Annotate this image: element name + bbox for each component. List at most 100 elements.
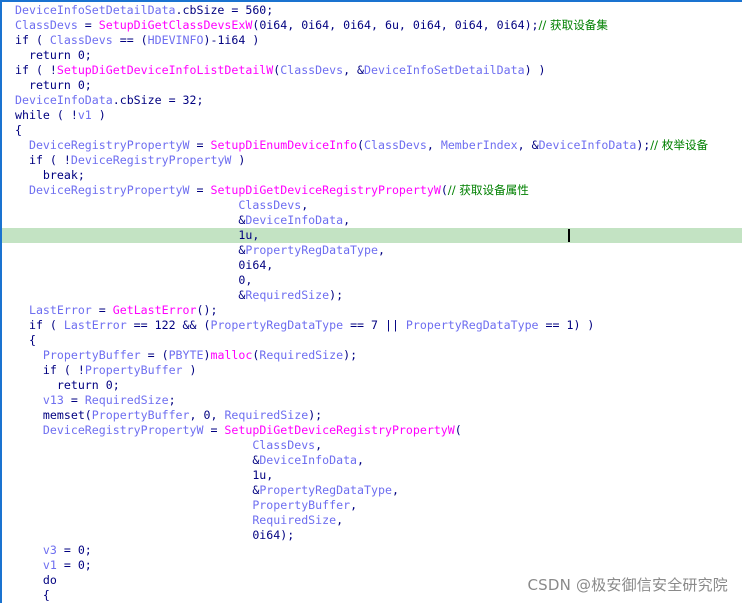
code-line[interactable]: RequiredSize, xyxy=(2,513,742,528)
identifier[interactable]: PropertyBuffer xyxy=(85,363,183,377)
code-line[interactable]: break; xyxy=(2,168,742,183)
identifier[interactable]: v1 xyxy=(43,558,57,572)
code-line[interactable]: ClassDevs, xyxy=(2,198,742,213)
code-line[interactable]: { xyxy=(2,123,742,138)
code-line[interactable]: memset(PropertyBuffer, 0, RequiredSize); xyxy=(2,408,742,423)
decompiler-pseudocode-view[interactable]: DeviceInfoSetDetailData.cbSize = 560; Cla… xyxy=(0,0,742,603)
function-name[interactable]: malloc xyxy=(210,348,252,362)
identifier[interactable]: RequiredSize xyxy=(224,408,308,422)
code-line[interactable]: ClassDevs, xyxy=(2,438,742,453)
code-line[interactable]: &PropertyRegDataType, xyxy=(2,243,742,258)
code-line[interactable]: 0i64); xyxy=(2,528,742,543)
identifier[interactable]: RequiredSize xyxy=(85,393,169,407)
code-line[interactable]: &RequiredSize); xyxy=(2,288,742,303)
code-line[interactable]: DeviceRegistryPropertyW = SetupDiGetDevi… xyxy=(2,183,742,198)
identifier[interactable]: ClassDevs xyxy=(364,138,427,152)
code-line[interactable]: DeviceRegistryPropertyW = SetupDiEnumDev… xyxy=(2,138,742,153)
identifier[interactable]: PropertyBuffer xyxy=(252,498,350,512)
identifier[interactable]: LastError xyxy=(29,303,92,317)
code-line[interactable]: { xyxy=(2,333,742,348)
identifier[interactable]: PropertyRegDataType xyxy=(259,483,392,497)
code-line[interactable]: &DeviceInfoData, xyxy=(2,213,742,228)
code-line[interactable]: 0i64, xyxy=(2,258,742,273)
identifier[interactable]: DeviceInfoData xyxy=(15,93,113,107)
code-line[interactable]: v13 = RequiredSize; xyxy=(2,393,742,408)
code-text: ( xyxy=(454,423,462,437)
code-line[interactable]: if ( ClassDevs == (HDEVINFO)-1i64 ) xyxy=(2,33,742,48)
identifier[interactable]: DeviceInfoData xyxy=(245,213,343,227)
code-text: (); xyxy=(196,303,218,317)
identifier[interactable]: v13 xyxy=(43,393,64,407)
identifier[interactable]: MemberIndex xyxy=(441,138,518,152)
code-text: ); xyxy=(636,138,651,152)
code-listing[interactable]: DeviceInfoSetDetailData.cbSize = 560; Cla… xyxy=(2,3,742,603)
identifier[interactable]: v3 xyxy=(43,543,57,557)
identifier[interactable]: PBYTE xyxy=(169,348,204,362)
code-line[interactable]: DeviceInfoData.cbSize = 32; xyxy=(2,93,742,108)
identifier[interactable]: ClassDevs xyxy=(252,438,315,452)
code-line[interactable]: DeviceInfoSetDetailData.cbSize = 560; xyxy=(2,3,742,18)
code-line[interactable]: if ( !PropertyBuffer ) xyxy=(2,363,742,378)
code-text: == ( xyxy=(112,33,148,47)
code-line[interactable]: ClassDevs = SetupDiGetClassDevsExW(0i64,… xyxy=(2,18,742,33)
identifier[interactable]: PropertyBuffer xyxy=(92,408,190,422)
function-name[interactable]: SetupDiGetDeviceRegistryPropertyW xyxy=(210,183,440,197)
identifier[interactable]: DeviceRegistryPropertyW xyxy=(29,183,190,197)
identifier[interactable]: DeviceInfoSetDetailData xyxy=(15,3,176,17)
code-line[interactable]: v3 = 0; xyxy=(2,543,742,558)
identifier[interactable]: DeviceRegistryPropertyW xyxy=(71,153,232,167)
function-name[interactable]: GetLastError xyxy=(113,303,197,317)
identifier[interactable]: v1 xyxy=(78,108,92,122)
identifier[interactable]: ClassDevs xyxy=(50,33,113,47)
code-line[interactable]: if ( LastError == 122 && (PropertyRegDat… xyxy=(2,318,742,333)
code-line[interactable]: return 0; xyxy=(2,78,742,93)
code-line[interactable]: if ( !DeviceRegistryPropertyW ) xyxy=(2,153,742,168)
identifier[interactable]: PropertyRegDataType xyxy=(210,318,343,332)
code-line[interactable]: while ( !v1 ) xyxy=(2,108,742,123)
identifier[interactable]: ClassDevs xyxy=(238,198,301,212)
code-line[interactable]: 1u, xyxy=(2,468,742,483)
identifier[interactable]: HDEVINFO xyxy=(148,33,204,47)
code-line[interactable]: v1 = 0; xyxy=(2,558,742,573)
code-text: , xyxy=(315,438,323,452)
code-line[interactable]: return 0; xyxy=(2,48,742,63)
code-line[interactable]: LastError = GetLastError(); xyxy=(2,303,742,318)
code-line[interactable]: return 0; xyxy=(2,378,742,393)
code-line-highlighted[interactable]: 1u, xyxy=(2,228,742,243)
code-line[interactable]: if ( !SetupDiGetDeviceInfoListDetailW(Cl… xyxy=(2,63,742,78)
function-name[interactable]: SetupDiGetDeviceRegistryPropertyW xyxy=(224,423,454,437)
code-line[interactable]: PropertyBuffer, xyxy=(2,498,742,513)
code-line[interactable]: PropertyBuffer = (PBYTE)malloc(RequiredS… xyxy=(2,348,742,363)
identifier[interactable]: PropertyBuffer xyxy=(43,348,141,362)
identifier[interactable]: DeviceInfoSetDetailData xyxy=(364,63,525,77)
code-line[interactable]: &DeviceInfoData, xyxy=(2,453,742,468)
identifier[interactable]: RequiredSize xyxy=(245,288,329,302)
function-name[interactable]: SetupDiGetClassDevsExW xyxy=(99,18,253,32)
identifier[interactable]: ClassDevs xyxy=(280,63,343,77)
identifier[interactable]: PropertyRegDataType xyxy=(406,318,539,332)
identifier[interactable]: LastError xyxy=(64,318,127,332)
code-line[interactable]: &PropertyRegDataType, xyxy=(2,483,742,498)
code-line[interactable]: DeviceRegistryPropertyW = SetupDiGetDevi… xyxy=(2,423,742,438)
code-line[interactable]: 0, xyxy=(2,273,742,288)
identifier[interactable]: PropertyRegDataType xyxy=(245,243,378,257)
identifier[interactable]: ClassDevs xyxy=(15,18,78,32)
identifier[interactable]: DeviceRegistryPropertyW xyxy=(43,423,204,437)
identifier[interactable]: RequiredSize xyxy=(252,513,336,527)
identifier[interactable]: DeviceRegistryPropertyW xyxy=(29,138,190,152)
code-text: return 0; xyxy=(28,78,92,92)
identifier[interactable]: DeviceInfoData xyxy=(539,138,637,152)
function-name[interactable]: SetupDiGetDeviceInfoListDetailW xyxy=(57,63,273,77)
identifier[interactable]: RequiredSize xyxy=(259,348,343,362)
function-name[interactable]: SetupDiEnumDeviceInfo xyxy=(210,138,357,152)
identifier[interactable]: DeviceInfoData xyxy=(259,453,357,467)
